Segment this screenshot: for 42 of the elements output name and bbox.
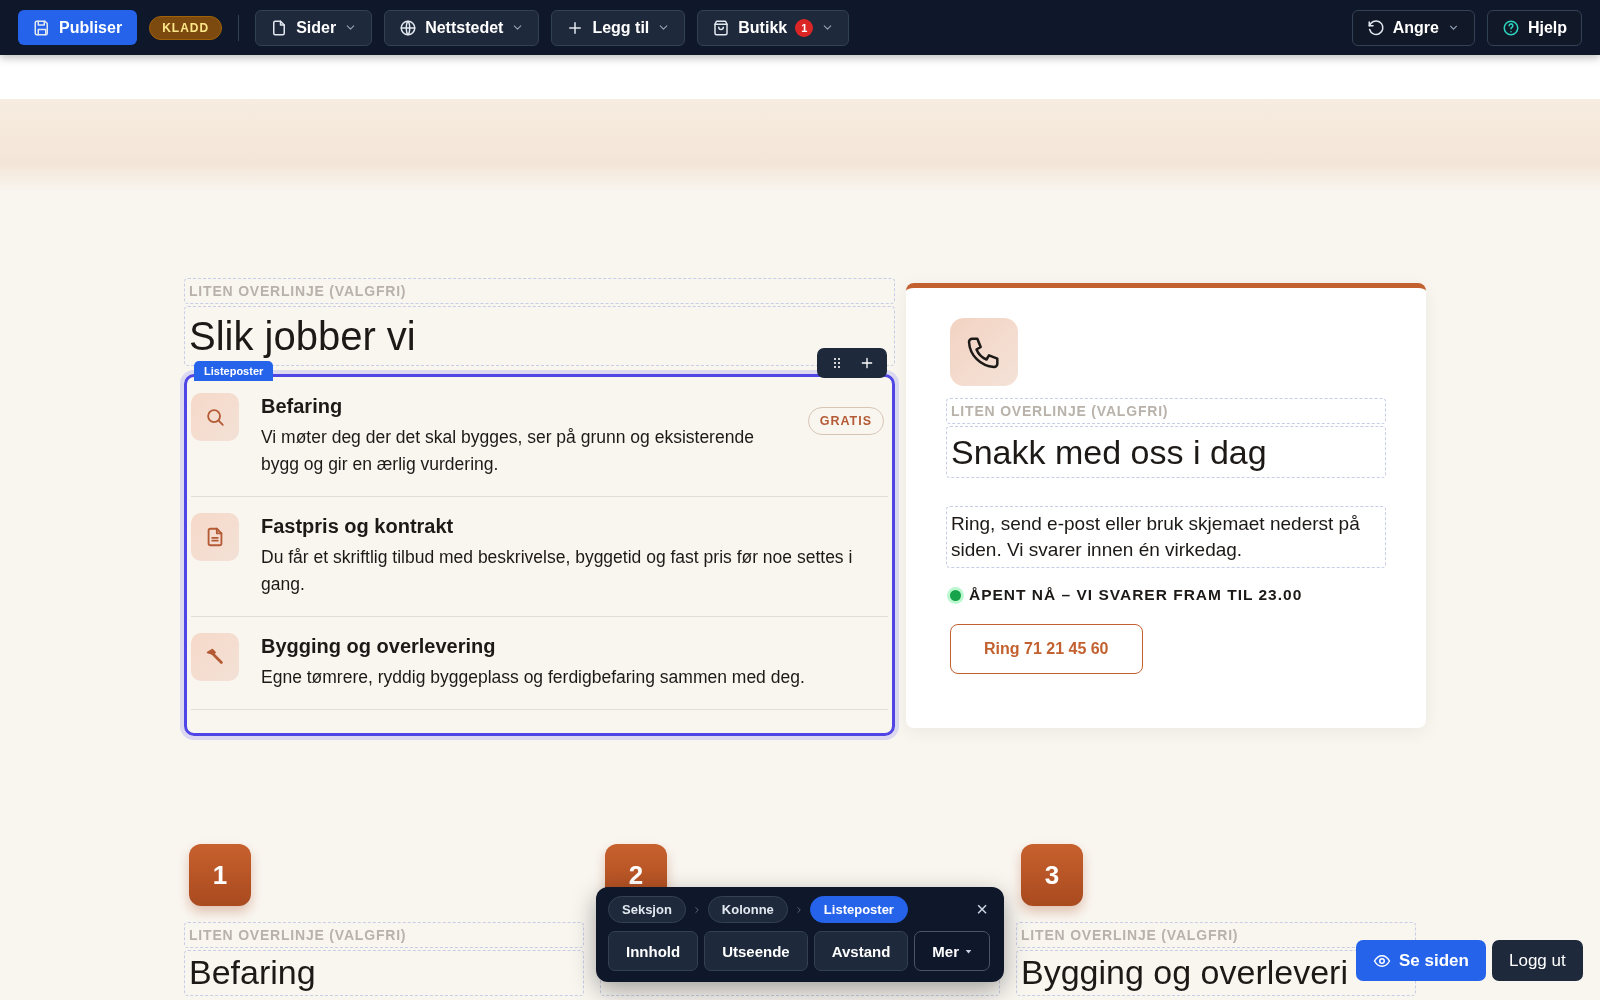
save-icon <box>33 18 51 37</box>
globe-icon <box>399 18 418 37</box>
menu-button[interactable]: Legg til <box>551 9 686 46</box>
status-badge: KLADD <box>149 15 223 40</box>
block-handle[interactable] <box>817 348 887 378</box>
breadcrumb-item[interactable]: Listeposter <box>809 896 908 923</box>
panel-tab[interactable]: Utseende <box>704 931 808 971</box>
block-label: Listeposter <box>194 361 274 381</box>
help-icon <box>1501 18 1520 37</box>
menu-button[interactable]: Sider <box>255 9 373 46</box>
undo-button[interactable]: Angre <box>1351 9 1475 46</box>
step-number: 1 <box>189 844 251 906</box>
plus-icon <box>859 355 875 371</box>
caret-icon <box>965 947 972 955</box>
item-title: Fastpris og kontrakt <box>261 515 455 538</box>
close-button[interactable]: × <box>972 898 992 921</box>
item-text: Vi møter deg der det skal bygges, ser på grunn og eksisterende bygg og gir en ærlig vurdering. <box>261 426 755 476</box>
card-text[interactable]: Ring, send e-post eller bruk skjemaet nederst på siden. Vi svarer innen én virkedag. <box>946 506 1386 568</box>
count-badge: 1 <box>795 18 814 37</box>
panel-tab[interactable]: Mer <box>914 931 990 971</box>
item-text: Du får et skriftlig tilbud med beskrivelse, byggetid og fast pris før noe settes i gang. <box>261 546 854 596</box>
publish-button[interactable]: Publiser <box>18 10 138 45</box>
undo-icon <box>1366 18 1385 37</box>
panel-tab[interactable]: Innhold <box>608 931 699 971</box>
shopping-bag-icon <box>712 18 731 37</box>
item-title: Befaring <box>261 395 344 418</box>
panel-tab[interactable]: Avstand <box>813 931 909 971</box>
step-heading[interactable]: Befaring <box>184 950 584 996</box>
call-button[interactable]: Ring 71 21 45 60 <box>950 624 1143 674</box>
card-heading[interactable]: Snakk med oss i dag <box>946 426 1386 478</box>
view-site-button[interactable]: Se siden <box>1356 940 1486 981</box>
logout-button[interactable]: Logg ut <box>1492 940 1583 981</box>
help-button[interactable]: Hjelp <box>1486 9 1582 46</box>
breadcrumb-item[interactable]: Seksjon <box>608 896 686 923</box>
step-number: 3 <box>1021 844 1083 906</box>
menu-button[interactable]: Nettstedet <box>384 9 540 46</box>
search-icon <box>204 406 226 428</box>
item-text: Egne tømrere, ryddig byggeplass og ferdigbefaring sammen med deg. <box>261 666 805 689</box>
breadcrumb-item[interactable]: Kolonne <box>707 896 788 923</box>
status-text: ÅPENT NÅ – VI SVARER FRAM TIL 23.00 <box>969 586 1303 604</box>
item-title: Bygging og overlevering <box>261 635 497 658</box>
menu-button[interactable]: Butikk 1 <box>697 9 850 46</box>
